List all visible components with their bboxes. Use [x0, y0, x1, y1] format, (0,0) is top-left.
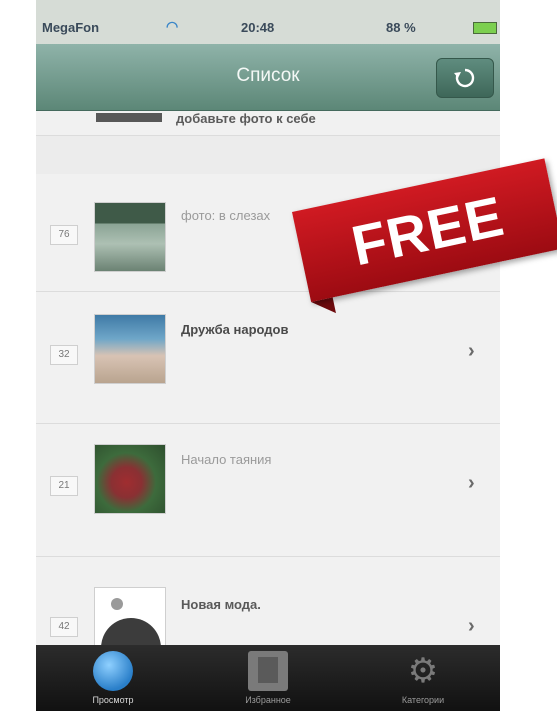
- list-item-title: фото: в слезах: [181, 208, 271, 223]
- wifi-icon: ◠: [166, 18, 179, 34]
- chevron-right-icon: ›: [468, 340, 475, 362]
- item-count: 76: [50, 225, 78, 245]
- tab-categories[interactable]: ⚙ Категории: [346, 645, 500, 711]
- chevron-right-icon: ›: [468, 615, 475, 637]
- list-item-title: Дружба народов: [181, 322, 289, 337]
- globe-icon: [93, 651, 133, 691]
- page-title: Список: [236, 65, 300, 86]
- bookmark-icon: [248, 651, 288, 691]
- list-item-title: добавьте фото к себе: [176, 111, 316, 126]
- tab-bar: Просмотр Избранное ⚙ Категории: [36, 645, 500, 711]
- battery-percent: 88 %: [386, 20, 416, 35]
- status-bar: MegaFon ◠ 20:48 88 %: [36, 0, 500, 44]
- list-item[interactable]: добавьте фото к себе: [36, 111, 500, 136]
- tab-label: Просмотр: [92, 695, 134, 705]
- phone-screen: MegaFon ◠ 20:48 88 % Список добавьте фот…: [36, 0, 500, 711]
- item-count: 32: [50, 345, 78, 365]
- list-item-title: Начало таяния: [181, 452, 272, 467]
- carrier-label: MegaFon: [42, 20, 100, 35]
- tab-label: Избранное: [245, 695, 291, 705]
- list-item-title: Новая мода.: [181, 597, 261, 612]
- refresh-button[interactable]: [436, 58, 494, 98]
- thumbnail: [96, 113, 162, 122]
- status-time: 20:48: [241, 20, 275, 35]
- list-item[interactable]: 21 Начало таяния ›: [36, 424, 500, 557]
- thumbnail-shape: [101, 618, 161, 645]
- tab-label: Категории: [401, 695, 445, 705]
- thumbnail: [94, 202, 166, 272]
- chevron-right-icon: ›: [468, 472, 475, 494]
- item-count: 42: [50, 617, 78, 637]
- list-item[interactable]: 32 Дружба народов ›: [36, 292, 500, 424]
- thumbnail: [94, 587, 166, 645]
- thumbnail: [94, 314, 166, 384]
- thumbnail-dot: [111, 598, 123, 610]
- gear-icon: ⚙: [407, 652, 439, 690]
- navigation-bar: Список: [36, 44, 500, 111]
- item-count: 21: [50, 476, 78, 496]
- list-item[interactable]: 42 Новая мода. ›: [36, 557, 500, 645]
- thumbnail: [94, 444, 166, 514]
- refresh-icon: [454, 68, 475, 88]
- battery-icon: [473, 22, 497, 34]
- tab-view[interactable]: Просмотр: [36, 645, 190, 711]
- tab-favorites[interactable]: Избранное: [191, 645, 345, 711]
